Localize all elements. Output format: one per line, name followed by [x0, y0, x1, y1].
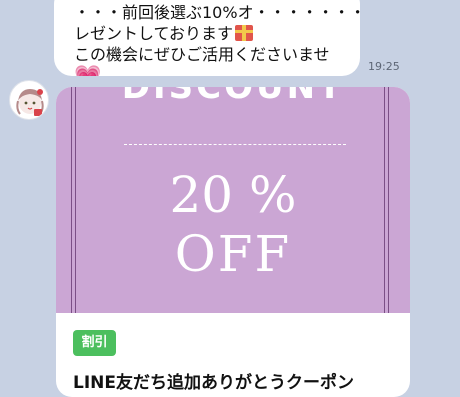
- message-line-1: ・・・前回後選ぶ10%オ・・・・・・・・: [74, 3, 360, 22]
- avatar-illustration: [16, 89, 44, 116]
- coupon-title: LINE友だち追加ありがとうクーポン: [73, 373, 354, 393]
- coupon-image: DISCOUNT 20 % OFF: [56, 87, 410, 313]
- avatar[interactable]: [9, 80, 49, 120]
- gift-icon: [235, 25, 254, 41]
- message-line-2: レゼントしております: [74, 23, 348, 44]
- coupon-type-badge: 割引: [73, 330, 116, 356]
- coupon-divider-top: [124, 144, 346, 145]
- message-timestamp: 19:25: [368, 60, 400, 73]
- message-line-4: 💗: [74, 65, 348, 77]
- coupon-percent: 20 %: [169, 166, 297, 224]
- heart-icon: 💗: [74, 67, 101, 77]
- coupon-off: OFF: [174, 225, 292, 283]
- message-bubble[interactable]: ・・・前回後選ぶ10%オ・・・・・・・・ レゼントしております この機会にぜひご…: [54, 0, 360, 76]
- coupon-discount-heading: DISCOUNT: [121, 87, 345, 107]
- message-line-3: この機会にぜひご活用くださいませ: [74, 45, 330, 64]
- coupon-card[interactable]: DISCOUNT 20 % OFF 割引 LINE友だち追加ありがとうクーポン: [56, 87, 410, 397]
- message-line-2-text: レゼントしております: [74, 24, 234, 43]
